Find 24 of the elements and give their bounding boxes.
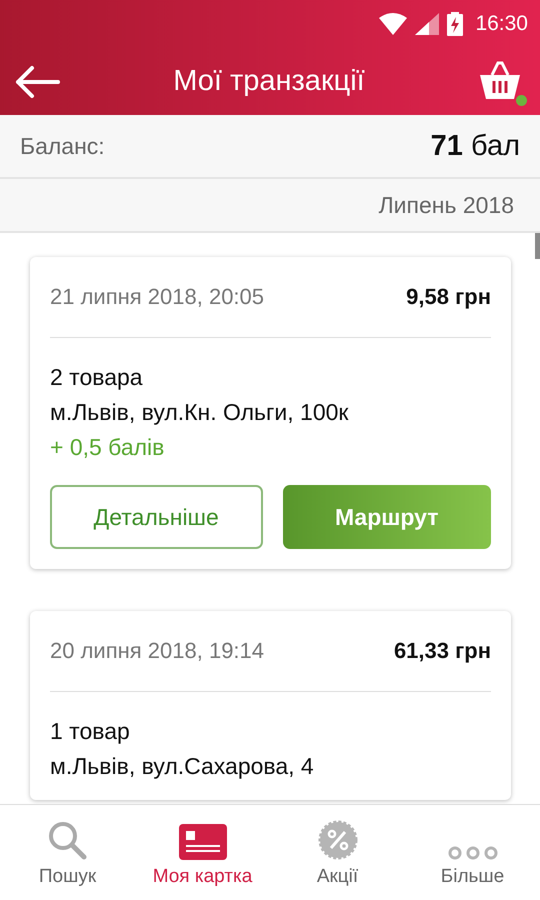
details-button[interactable]: Детальніше	[50, 485, 262, 549]
transaction-date: 21 липня 2018, 20:05	[50, 284, 264, 310]
item-count: 2 товара	[50, 364, 144, 391]
battery-icon	[447, 12, 464, 36]
search-icon	[46, 820, 88, 860]
signal-icon	[415, 13, 440, 35]
wifi-icon	[379, 13, 408, 35]
item-count: 1 товар	[50, 718, 131, 745]
more-dots-icon	[448, 846, 498, 860]
discount-badge-icon	[318, 820, 358, 860]
bonus-points: + 0,5 балів	[50, 434, 166, 461]
balance-amount: 71 бал	[430, 130, 520, 162]
back-arrow-icon[interactable]	[14, 64, 60, 98]
card-icon	[178, 824, 226, 860]
store-address: м.Львів, вул.Сахарова, 4	[50, 753, 315, 780]
balance-label: Баланс:	[20, 132, 105, 160]
status-time: 16:30	[475, 12, 528, 36]
scrollbar	[535, 233, 540, 259]
screen-title: Мої транзакції	[172, 65, 366, 98]
transaction-sum: 9,58 грн	[406, 284, 491, 310]
store-address: м.Львів, вул.Кн. Ольги, 100к	[50, 399, 350, 426]
transaction-sum: 61,33 грн	[394, 638, 491, 664]
month-label: Липень 2018	[378, 192, 514, 218]
transaction-date: 20 липня 2018, 19:14	[50, 638, 264, 664]
